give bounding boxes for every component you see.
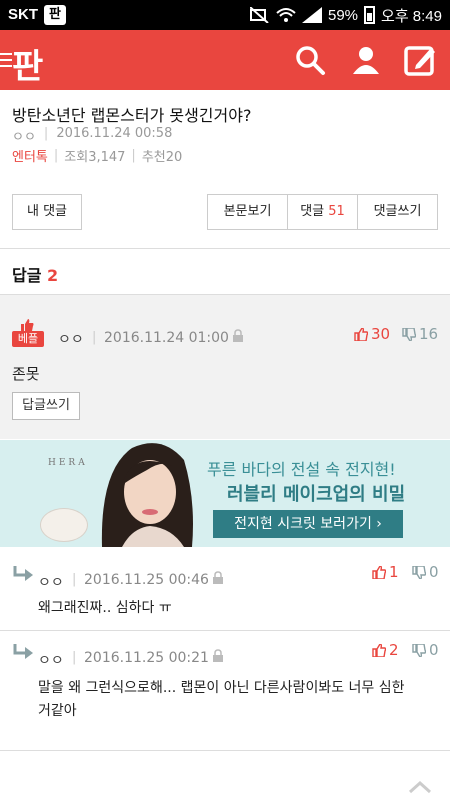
ad-banner[interactable]: HERA 푸른 바다의 전설 속 전지현! 러블리 메이크업의 비밀 전지현 시…	[0, 440, 450, 547]
upvote-count: 1	[389, 563, 399, 581]
my-comments-button[interactable]: 내 댓글	[12, 194, 82, 230]
replies-count: 2	[47, 266, 59, 285]
thumbs-down-icon	[412, 565, 426, 579]
post-author: ㅇㅇ	[12, 130, 36, 145]
separator: |	[53, 148, 59, 163]
replies-label: 답글	[12, 266, 42, 285]
comments-button[interactable]: 댓글 51	[288, 195, 358, 229]
downvote-button[interactable]: 0	[412, 641, 439, 659]
reply-arrow-icon	[13, 566, 33, 581]
ad-cta-button[interactable]: 전지현 시크릿 보러가기 ›	[213, 510, 403, 538]
wifi-icon	[276, 8, 296, 22]
downvote-button[interactable]: 16	[402, 325, 438, 343]
reply-arrow-icon	[13, 644, 33, 659]
thumbs-up-icon	[354, 327, 368, 341]
post-recommends: 추천20	[141, 150, 183, 165]
search-icon[interactable]	[294, 44, 326, 76]
thumbs-up-icon	[372, 643, 386, 657]
write-comment-button[interactable]: 댓글쓰기	[358, 195, 437, 229]
downvote-count: 0	[429, 563, 439, 581]
status-right: 59% 오후 8:49	[250, 5, 442, 25]
upvote-button[interactable]: 1	[372, 563, 399, 581]
downvote-count: 16	[419, 325, 439, 343]
comments-count: 51	[328, 204, 345, 219]
reply-date: 2016.11.24 01:00	[104, 330, 229, 346]
battery-icon	[364, 6, 376, 24]
reply-content-line: 거같아	[38, 703, 77, 719]
ad-model-image	[101, 443, 193, 547]
reply-author: ㅇㅇ	[38, 653, 64, 669]
mute-icon	[250, 7, 269, 23]
separator: |	[72, 650, 77, 665]
lock-icon[interactable]	[232, 329, 244, 342]
downvote-count: 0	[429, 641, 439, 659]
comment-toolbar: 본문보기 댓글 51 댓글쓰기	[207, 194, 438, 230]
user-icon[interactable]	[350, 44, 382, 76]
upvote-button[interactable]: 2	[372, 641, 399, 659]
menu-icon[interactable]	[0, 53, 12, 71]
post-views: 조회3,147	[64, 150, 126, 165]
upvote-count: 2	[389, 641, 399, 659]
scroll-top-icon[interactable]	[408, 780, 432, 794]
separator: |	[43, 126, 49, 141]
thumbs-up-icon	[21, 319, 34, 331]
separator: |	[131, 148, 136, 163]
upvote-count: 30	[371, 325, 391, 343]
reply-content: 왜그래진짜.. 심하다 ㅠ	[38, 600, 172, 616]
post-title: 방탄소년단 랩몬스터가 못생긴거야?	[12, 106, 252, 125]
upvote-button[interactable]: 30	[354, 325, 390, 343]
app-logo[interactable]: 판	[12, 39, 43, 88]
reply-content: 존못	[12, 365, 40, 383]
status-bar: SKT 판 59% 오후 8:49	[0, 0, 450, 30]
thumbs-down-icon	[402, 327, 416, 341]
best-badge: 베플	[12, 319, 44, 349]
carrier-label: SKT	[8, 6, 38, 23]
reply-author: ㅇㅇ	[58, 332, 84, 348]
divider	[0, 750, 450, 751]
post-meta-stats: 엔터톡 | 조회3,147 | 추천20	[12, 146, 182, 165]
ad-product-image	[40, 508, 88, 542]
ad-subheadline: 러블리 메이크업의 비밀	[227, 484, 406, 505]
reply-author: ㅇㅇ	[38, 575, 64, 591]
battery-percent: 59%	[328, 6, 359, 24]
replies-header: 답글 2	[12, 262, 58, 286]
ad-headline: 푸른 바다의 전설 속 전지현!	[207, 460, 396, 479]
clock: 오후 8:49	[381, 7, 442, 25]
divider	[0, 248, 450, 249]
view-post-button[interactable]: 본문보기	[208, 195, 288, 229]
lock-icon[interactable]	[212, 649, 224, 662]
best-reply: 베플 ㅇㅇ | 2016.11.24 01:00 30 16 존못 답글쓰기	[0, 294, 450, 439]
comments-label: 댓글	[300, 204, 325, 219]
separator: |	[72, 572, 77, 587]
reply-date: 2016.11.25 00:46	[84, 572, 209, 588]
separator: |	[92, 330, 97, 345]
post-category[interactable]: 엔터톡	[12, 146, 48, 165]
post-meta-author: ㅇㅇ | 2016.11.24 00:58	[12, 126, 172, 145]
best-badge-label: 베플	[12, 331, 44, 347]
lock-icon[interactable]	[212, 571, 224, 584]
reply-write-button[interactable]: 답글쓰기	[12, 392, 80, 420]
app-bar: 판	[0, 30, 450, 90]
thumbs-up-icon	[372, 565, 386, 579]
signal-icon	[302, 7, 322, 23]
divider	[0, 630, 450, 631]
reply-date: 2016.11.25 00:21	[84, 650, 209, 666]
write-icon[interactable]	[404, 44, 436, 76]
post-date: 2016.11.24 00:58	[56, 126, 173, 141]
downvote-button[interactable]: 0	[412, 563, 439, 581]
reply-content-line: 말을 왜 그런식으로해... 랩몬이 아닌 다른사람이봐도 너무 심한	[38, 680, 405, 696]
thumbs-down-icon	[412, 643, 426, 657]
ad-brand: HERA	[48, 458, 88, 468]
app-notification-icon: 판	[44, 5, 66, 25]
